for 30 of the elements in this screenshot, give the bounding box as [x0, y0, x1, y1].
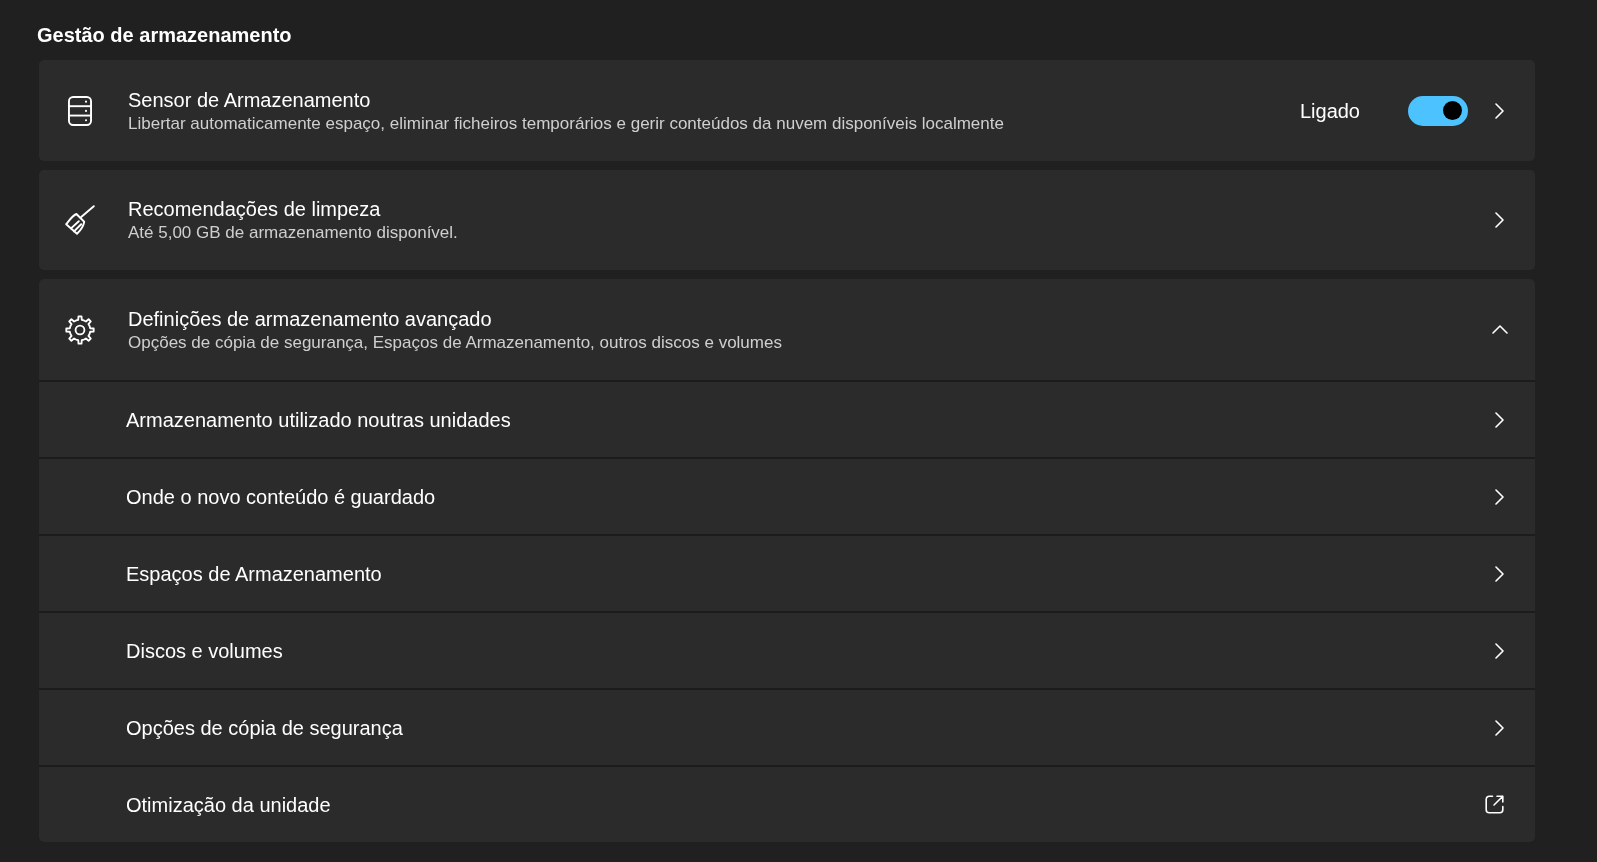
toggle-state-label: Ligado — [1299, 98, 1360, 124]
chevron-right-icon — [1495, 565, 1504, 582]
setting-description: Opções de cópia de segurança, Espaços de Armazenamento, outros discos e volumes — [128, 331, 783, 354]
settings-row[interactable]: Otimização da unidade — [39, 767, 1535, 842]
settings-card[interactable]: Recomendações de limpeza Até 5,00 GB de armazenamento disponível. — [39, 170, 1535, 270]
expander-header[interactable]: Definições de armazenamento avançado Opções de cópia de segurança, Espaços de Armazenamento, outros discos e volumes — [39, 279, 1535, 380]
toggle-switch[interactable] — [1408, 95, 1468, 126]
setting-title: Definições de armazenamento avançado — [128, 306, 493, 332]
setting-title: Recomendações de limpeza — [128, 197, 382, 222]
settings-row[interactable]: Opções de cópia de segurança — [39, 690, 1535, 765]
chevron-right-icon — [1495, 212, 1504, 228]
chevron-right-icon — [1495, 411, 1504, 428]
section-title: Gestão de armazenamento — [37, 23, 293, 48]
setting-description: Até 5,00 GB de armazenamento disponível. — [128, 222, 459, 244]
chevron-right-icon — [1495, 719, 1504, 736]
chevron-right-icon — [1495, 488, 1504, 505]
settings-card[interactable]: Sensor de Armazenamento Libertar automaticamente espaço, eliminar ficheiros temporários e gerir conteúdos da nuvem disponíveis localmente Ligado — [39, 60, 1535, 161]
chevron-right-icon — [1495, 102, 1504, 119]
chevron-right-icon — [1495, 642, 1504, 659]
setting-description: Libertar automaticamente espaço, eliminar ficheiros temporários e gerir conteúdos da nuvem disponíveis localmente — [128, 112, 1005, 135]
drive-icon — [68, 95, 92, 126]
external-link-icon — [1485, 795, 1504, 814]
chevron-up-icon[interactable] — [1492, 325, 1508, 334]
settings-row[interactable]: Espaços de Armazenamento — [39, 536, 1535, 611]
broom-icon — [65, 205, 95, 235]
settings-row[interactable]: Onde o novo conteúdo é guardado — [39, 459, 1535, 534]
setting-title: Sensor de Armazenamento — [128, 87, 372, 113]
settings-row[interactable]: Armazenamento utilizado noutras unidades — [39, 382, 1535, 457]
gear-icon — [65, 314, 95, 345]
settings-row[interactable]: Discos e volumes — [39, 613, 1535, 688]
